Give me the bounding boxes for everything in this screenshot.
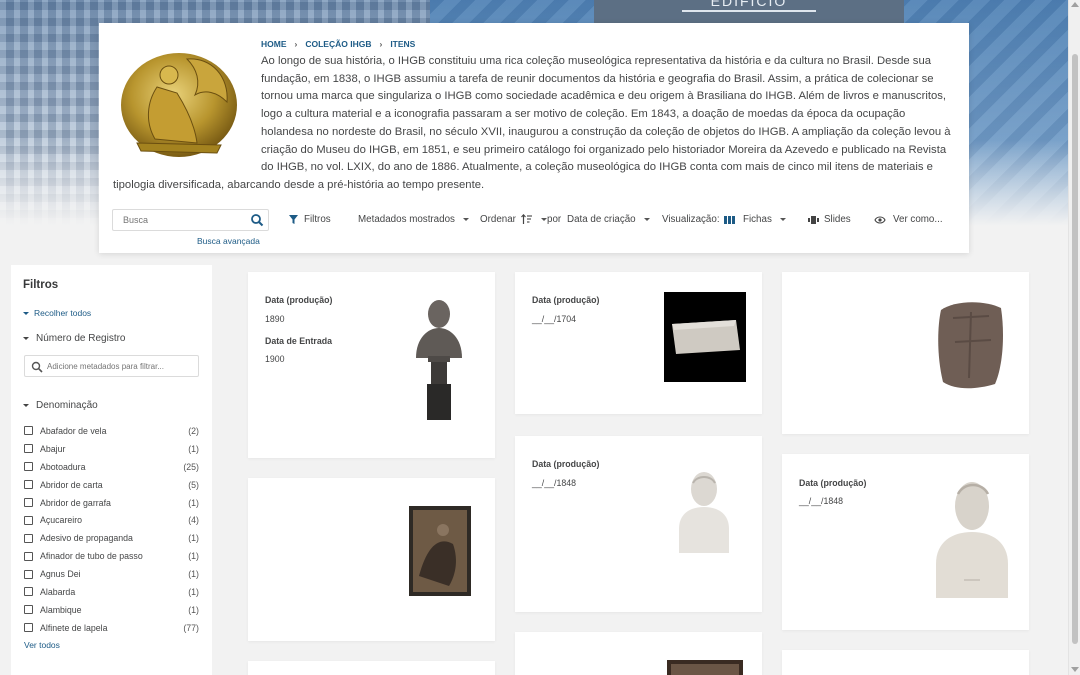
facet-item[interactable]: Alabarda (1) bbox=[24, 583, 199, 601]
search-input[interactable] bbox=[113, 210, 241, 230]
framed-object-image bbox=[667, 660, 743, 675]
facet-checkbox[interactable] bbox=[24, 480, 33, 490]
breadcrumb-items[interactable]: ITENS bbox=[390, 39, 415, 49]
item-card[interactable] bbox=[782, 650, 1029, 675]
filter-icon bbox=[289, 215, 298, 224]
view-label: Visualização: bbox=[662, 214, 720, 225]
facet-item[interactable]: Abajur (1) bbox=[24, 440, 199, 458]
collapse-all-link[interactable]: Recolher todos bbox=[23, 308, 91, 318]
scroll-down-icon[interactable] bbox=[1071, 667, 1079, 672]
item-card[interactable] bbox=[782, 272, 1029, 434]
see-all-link[interactable]: Ver todos bbox=[24, 640, 60, 650]
facet-list: Abafador de vela (2) Abajur (1) Abotoadura… bbox=[24, 422, 199, 637]
scrollbar-thumb[interactable] bbox=[1072, 54, 1078, 644]
item-card[interactable] bbox=[515, 632, 762, 675]
breadcrumb-separator-icon: › bbox=[294, 39, 298, 49]
chevron-down-icon bbox=[779, 218, 786, 221]
facet-item[interactable]: Alambique (1) bbox=[24, 601, 199, 619]
facet-item[interactable]: Açucareiro (4) bbox=[24, 511, 199, 529]
chevron-down-icon bbox=[643, 218, 650, 221]
framed-painting-image bbox=[409, 506, 471, 596]
page-scrollbar[interactable] bbox=[1068, 0, 1080, 675]
marble-bust-image bbox=[679, 472, 729, 553]
order-by-label: por bbox=[547, 214, 562, 225]
carved-stone-image bbox=[938, 302, 1003, 389]
facet-item[interactable]: Adesivo de propaganda (1) bbox=[24, 529, 199, 547]
facet-checkbox[interactable] bbox=[24, 569, 33, 579]
facet-checkbox[interactable] bbox=[24, 605, 33, 615]
cards-icon bbox=[724, 215, 735, 224]
facet-checkbox[interactable] bbox=[24, 426, 33, 436]
building-sign-text: EDIFÍCIO bbox=[710, 0, 788, 9]
item-card[interactable]: Data (produção) 1890 Data de Entrada 190… bbox=[248, 272, 495, 458]
order-field-dropdown[interactable]: Data de criação bbox=[567, 214, 650, 225]
item-card[interactable]: Data (produção) __/__/1704 bbox=[515, 272, 762, 414]
metadata-filter-box bbox=[24, 355, 199, 377]
facet-item[interactable]: Alfinete de lapela (77) bbox=[24, 619, 199, 637]
chevron-down-icon bbox=[462, 218, 469, 221]
chevron-down-icon bbox=[23, 337, 29, 340]
advanced-search-link[interactable]: Busca avançada bbox=[197, 236, 260, 246]
eye-icon bbox=[874, 215, 886, 224]
facet-item[interactable]: Afinador de tubo de passo (1) bbox=[24, 547, 199, 565]
collection-header: HOME › COLEÇÃO IHGB › ITENS Ao longo de … bbox=[99, 23, 969, 253]
facet-checkbox[interactable] bbox=[24, 462, 33, 472]
search-box bbox=[112, 209, 269, 231]
item-card[interactable]: Data (produção) __/__/1848 bbox=[515, 436, 762, 612]
breadcrumb-separator-icon: › bbox=[379, 39, 383, 49]
facet-checkbox[interactable] bbox=[24, 587, 33, 597]
chevron-down-icon bbox=[23, 311, 29, 315]
slides-button[interactable]: Slides bbox=[808, 214, 851, 225]
see-as-button[interactable]: Ver como... bbox=[874, 214, 943, 225]
collection-description: Ao longo de sua história, o IHGB constit… bbox=[113, 55, 951, 191]
metadata-dropdown[interactable]: Metadados mostrados bbox=[358, 214, 469, 225]
search-icon bbox=[31, 361, 43, 373]
breadcrumb-home[interactable]: HOME bbox=[261, 39, 287, 49]
facet-item[interactable]: Abotoadura (25) bbox=[24, 458, 199, 476]
filters-title: Filtros bbox=[23, 279, 59, 291]
scroll-up-icon[interactable] bbox=[1071, 2, 1079, 7]
facet-item[interactable]: Abafador de vela (2) bbox=[24, 422, 199, 440]
sort-icon bbox=[521, 214, 532, 224]
facet-item[interactable]: Abridor de carta (5) bbox=[24, 476, 199, 494]
slides-icon bbox=[808, 215, 819, 224]
item-card[interactable] bbox=[248, 661, 495, 675]
order-dropdown[interactable]: Ordenar bbox=[480, 214, 547, 225]
facet-item[interactable]: Agnus Dei (1) bbox=[24, 565, 199, 583]
facet-header-denominacao[interactable]: Denominação bbox=[23, 400, 98, 411]
items-toolbar: Busca avançada Filtros Metadados mostrad… bbox=[112, 209, 962, 246]
filters-sidebar: Filtros Recolher todos Número de Registr… bbox=[11, 265, 212, 675]
facet-checkbox[interactable] bbox=[24, 533, 33, 543]
facet-item[interactable]: Abridor de garrafa (1) bbox=[24, 494, 199, 512]
facet-checkbox[interactable] bbox=[24, 444, 33, 454]
facet-checkbox[interactable] bbox=[24, 498, 33, 507]
facet-checkbox[interactable] bbox=[24, 515, 33, 525]
facet-checkbox[interactable] bbox=[24, 551, 33, 561]
facet-header-registro[interactable]: Número de Registro bbox=[23, 333, 125, 344]
item-card[interactable] bbox=[248, 478, 495, 641]
search-icon[interactable] bbox=[250, 213, 264, 227]
bust-on-pedestal-image bbox=[416, 300, 462, 420]
breadcrumb: HOME › COLEÇÃO IHGB › ITENS bbox=[261, 39, 415, 49]
facet-checkbox[interactable] bbox=[24, 623, 33, 633]
filters-button[interactable]: Filtros bbox=[288, 214, 331, 225]
item-card[interactable]: Data (produção) __/__/1848 bbox=[782, 454, 1029, 630]
view-mode-dropdown[interactable]: Fichas bbox=[724, 214, 786, 225]
plaster-bust-image bbox=[936, 482, 1008, 598]
chevron-down-icon bbox=[23, 404, 29, 407]
metadata-filter-input[interactable] bbox=[47, 357, 195, 375]
breadcrumb-collection[interactable]: COLEÇÃO IHGB bbox=[305, 39, 371, 49]
stone-plaque-image bbox=[664, 292, 746, 382]
